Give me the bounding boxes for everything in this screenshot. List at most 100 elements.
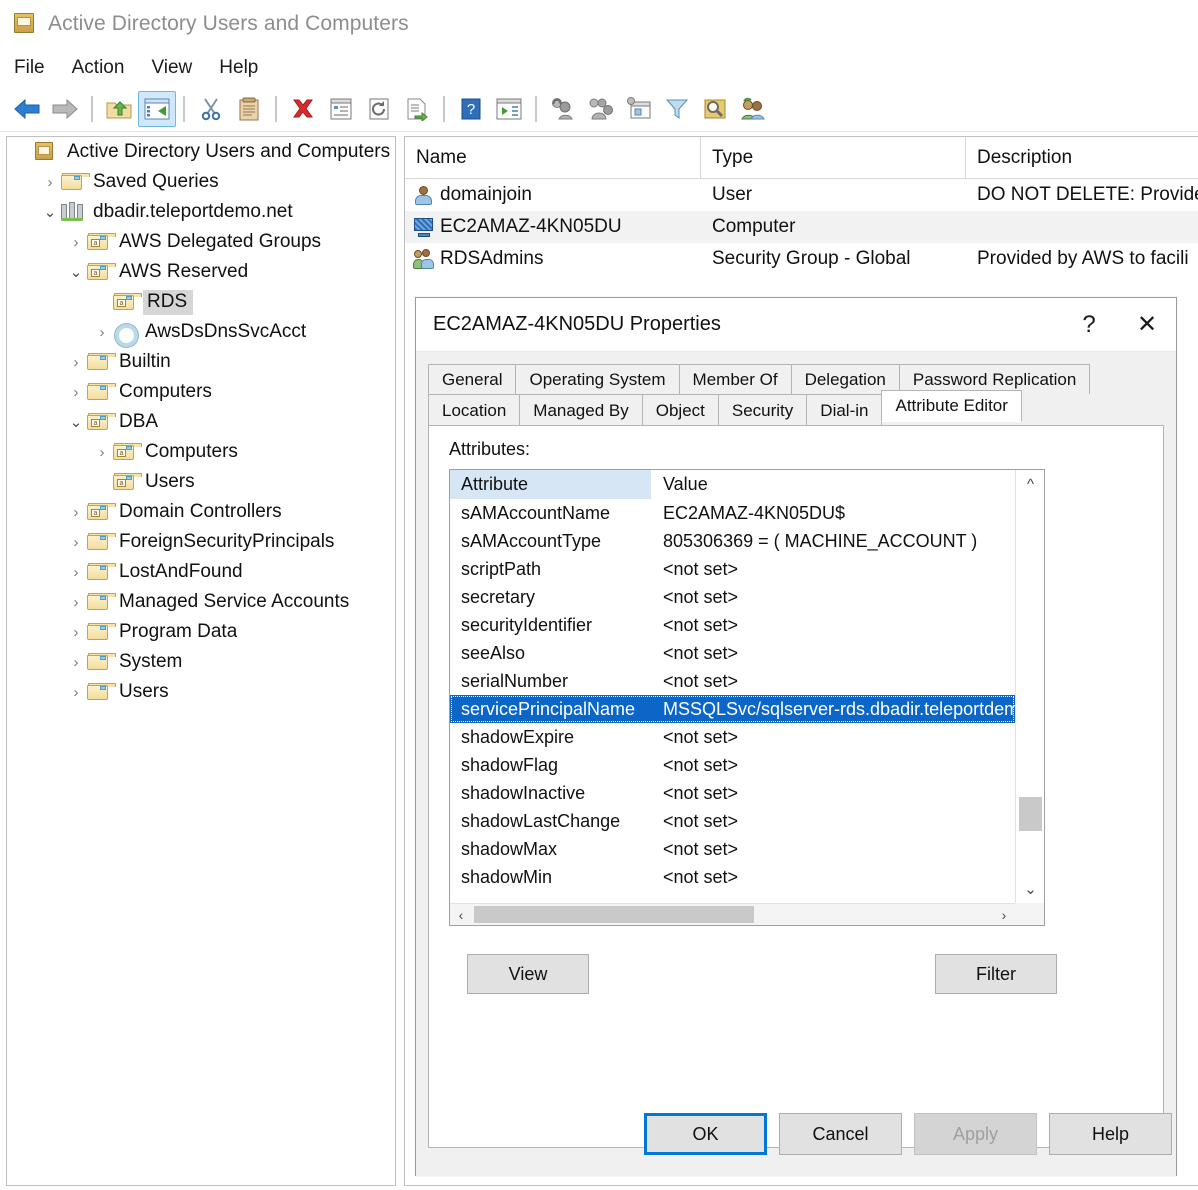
ok-button[interactable]: OK	[644, 1113, 767, 1155]
up-one-level-icon[interactable]	[100, 91, 138, 127]
menu-view[interactable]: View	[151, 55, 207, 81]
view-button[interactable]: View	[467, 954, 589, 994]
new-group-icon[interactable]	[582, 91, 620, 127]
menu-file[interactable]: File	[14, 55, 60, 81]
tab-location[interactable]: Location	[428, 394, 520, 426]
show-actions-pane-icon[interactable]	[490, 91, 528, 127]
column-header-type[interactable]: Type	[701, 137, 966, 179]
new-ou-icon[interactable]	[620, 91, 658, 127]
chevron-right-icon[interactable]: ›	[65, 565, 87, 580]
scroll-up-icon[interactable]: ^	[1016, 470, 1045, 499]
attribute-row[interactable]: shadowInactive<not set>	[450, 779, 1015, 807]
tree-item-dba[interactable]: ⌄aDBA	[7, 407, 395, 437]
tree-item-rds[interactable]: aRDS	[7, 287, 395, 317]
attribute-row[interactable]: seeAlso<not set>	[450, 639, 1015, 667]
tree-item-dbadir-teleportdemo-net[interactable]: ⌄dbadir.teleportdemo.net	[7, 197, 395, 227]
vertical-scroll-thumb[interactable]	[1019, 797, 1042, 831]
column-header-description[interactable]: Description	[966, 137, 1198, 179]
attribute-row[interactable]: scriptPath<not set>	[450, 555, 1015, 583]
tree-item-system[interactable]: ›System	[7, 647, 395, 677]
tree-item-users[interactable]: aUsers	[7, 467, 395, 497]
help-button[interactable]: Help	[1049, 1113, 1172, 1155]
tab-dial-in[interactable]: Dial-in	[806, 394, 882, 426]
tree-item-domain-controllers[interactable]: ›aDomain Controllers	[7, 497, 395, 527]
attribute-row[interactable]: sAMAccountType805306369 = ( MACHINE_ACCO…	[450, 527, 1015, 555]
back-icon[interactable]	[8, 91, 46, 127]
chevron-right-icon[interactable]: ›	[65, 595, 87, 610]
show-hide-console-tree-icon[interactable]	[138, 91, 176, 127]
tab-member-of[interactable]: Member Of	[679, 364, 792, 394]
table-row[interactable]: RDSAdminsSecurity Group - GlobalProvided…	[405, 243, 1198, 275]
tab-object[interactable]: Object	[642, 394, 719, 426]
scroll-right-icon[interactable]: ›	[993, 904, 1015, 925]
chevron-right-icon[interactable]: ›	[65, 355, 87, 370]
tree-item-computers[interactable]: ›Computers	[7, 377, 395, 407]
cancel-button[interactable]: Cancel	[779, 1113, 902, 1155]
filter-icon[interactable]	[658, 91, 696, 127]
tree-item-foreignsecurityprincipals[interactable]: ›ForeignSecurityPrincipals	[7, 527, 395, 557]
tree-item-managed-service-accounts[interactable]: ›Managed Service Accounts	[7, 587, 395, 617]
tree-item-aws-delegated-groups[interactable]: ›aAWS Delegated Groups	[7, 227, 395, 257]
horizontal-scroll-thumb[interactable]	[474, 906, 754, 923]
menu-help[interactable]: Help	[219, 55, 273, 81]
find-icon[interactable]	[696, 91, 734, 127]
console-tree-pane[interactable]: Active Directory Users and Computers [V›…	[6, 136, 396, 1186]
attribute-row[interactable]: servicePrincipalNameMSSQLSvc/sqlserver-r…	[450, 695, 1015, 723]
scroll-down-icon[interactable]: ⌄	[1016, 874, 1045, 903]
tab-operating-system[interactable]: Operating System	[515, 364, 679, 394]
properties-icon[interactable]	[322, 91, 360, 127]
attribute-row[interactable]: serialNumber<not set>	[450, 667, 1015, 695]
attribute-row[interactable]: secretary<not set>	[450, 583, 1015, 611]
tree-item-active-directory-users-and-computers-v[interactable]: Active Directory Users and Computers [V	[7, 137, 395, 167]
scroll-left-icon[interactable]: ‹	[450, 904, 472, 925]
chevron-down-icon[interactable]: ⌄	[39, 205, 61, 220]
chevron-right-icon[interactable]: ›	[65, 535, 87, 550]
table-row[interactable]: EC2AMAZ-4KN05DUComputer	[405, 211, 1198, 243]
attributes-listbox[interactable]: Attribute Value sAMAccountNameEC2AMAZ-4K…	[449, 469, 1045, 926]
chevron-right-icon[interactable]: ›	[65, 505, 87, 520]
add-remove-columns-icon[interactable]	[734, 91, 772, 127]
tree-item-program-data[interactable]: ›Program Data	[7, 617, 395, 647]
chevron-right-icon[interactable]: ›	[91, 445, 113, 460]
chevron-right-icon[interactable]: ›	[65, 685, 87, 700]
tree-item-computers[interactable]: ›aComputers	[7, 437, 395, 467]
chevron-right-icon[interactable]: ›	[65, 625, 87, 640]
tree-item-builtin[interactable]: ›Builtin	[7, 347, 395, 377]
tree-item-awsdsdnssvcacct[interactable]: ›AwsDsDnsSvcAcct	[7, 317, 395, 347]
column-header-name[interactable]: Name	[405, 137, 701, 179]
tree-item-saved-queries[interactable]: ›Saved Queries	[7, 167, 395, 197]
chevron-right-icon[interactable]: ›	[65, 235, 87, 250]
attribute-row[interactable]: shadowMin<not set>	[450, 863, 1015, 891]
menu-action[interactable]: Action	[72, 55, 140, 81]
attribute-row[interactable]: shadowLastChange<not set>	[450, 807, 1015, 835]
chevron-right-icon[interactable]: ›	[65, 385, 87, 400]
dialog-help-icon[interactable]: ?	[1060, 299, 1118, 351]
attribute-row[interactable]: shadowExpire<not set>	[450, 723, 1015, 751]
chevron-down-icon[interactable]: ⌄	[65, 415, 87, 430]
chevron-right-icon[interactable]: ›	[39, 175, 61, 190]
chevron-right-icon[interactable]: ›	[91, 325, 113, 340]
close-icon[interactable]: ✕	[1118, 299, 1176, 351]
tab-managed-by[interactable]: Managed By	[519, 394, 642, 426]
attribute-row[interactable]: securityIdentifier<not set>	[450, 611, 1015, 639]
help-icon[interactable]: ?	[452, 91, 490, 127]
export-list-icon[interactable]	[398, 91, 436, 127]
attr-column-header-attribute[interactable]: Attribute	[450, 470, 651, 499]
cut-icon[interactable]	[192, 91, 230, 127]
attribute-row[interactable]: sAMAccountNameEC2AMAZ-4KN05DU$	[450, 499, 1015, 527]
table-row[interactable]: domainjoinUserDO NOT DELETE: Provide	[405, 179, 1198, 211]
delete-icon[interactable]	[284, 91, 322, 127]
tree-item-users[interactable]: ›Users	[7, 677, 395, 707]
chevron-down-icon[interactable]: ⌄	[65, 265, 87, 280]
attributes-vertical-scrollbar[interactable]: ^ ⌄	[1015, 470, 1044, 903]
tree-item-aws-reserved[interactable]: ⌄aAWS Reserved	[7, 257, 395, 287]
tab-attribute-editor[interactable]: Attribute Editor	[881, 390, 1021, 422]
filter-button[interactable]: Filter	[935, 954, 1057, 994]
attribute-row[interactable]: shadowFlag<not set>	[450, 751, 1015, 779]
tab-security[interactable]: Security	[718, 394, 807, 426]
forward-icon[interactable]	[46, 91, 84, 127]
attributes-horizontal-scrollbar[interactable]: ‹ ›	[450, 903, 1015, 925]
tab-general[interactable]: General	[428, 364, 516, 394]
paste-icon[interactable]	[230, 91, 268, 127]
chevron-right-icon[interactable]: ›	[65, 655, 87, 670]
